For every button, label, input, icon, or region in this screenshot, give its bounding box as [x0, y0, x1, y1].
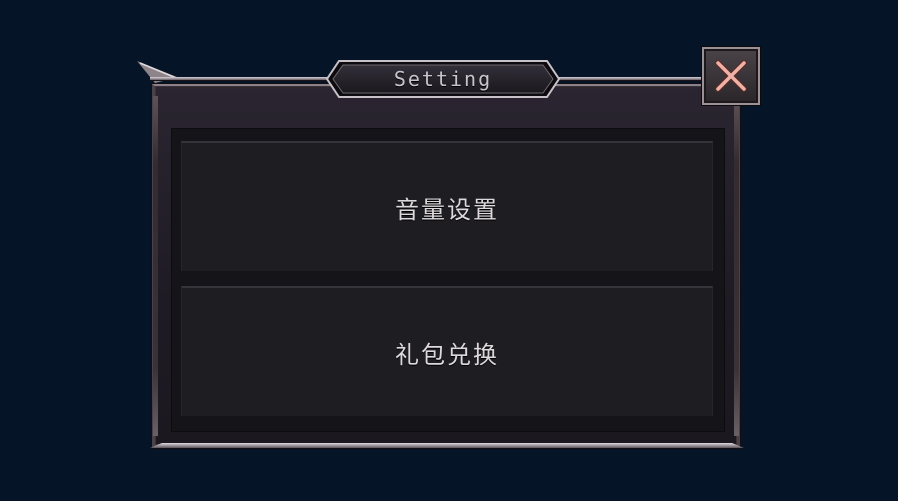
- frame-bottom-rail: [150, 443, 744, 448]
- close-button[interactable]: [702, 47, 760, 105]
- volume-settings-label: 音量设置: [395, 195, 499, 224]
- frame-corner-ornament: [137, 61, 187, 83]
- volume-settings-button[interactable]: 音量设置: [181, 141, 713, 271]
- gift-code-redeem-label: 礼包兑换: [395, 340, 499, 369]
- dialog-title: Setting: [393, 67, 493, 91]
- close-x-icon: [715, 60, 747, 92]
- frame-right-pillar: [734, 96, 739, 436]
- gift-code-redeem-button[interactable]: 礼包兑换: [181, 286, 713, 416]
- frame-left-pillar: [153, 96, 158, 436]
